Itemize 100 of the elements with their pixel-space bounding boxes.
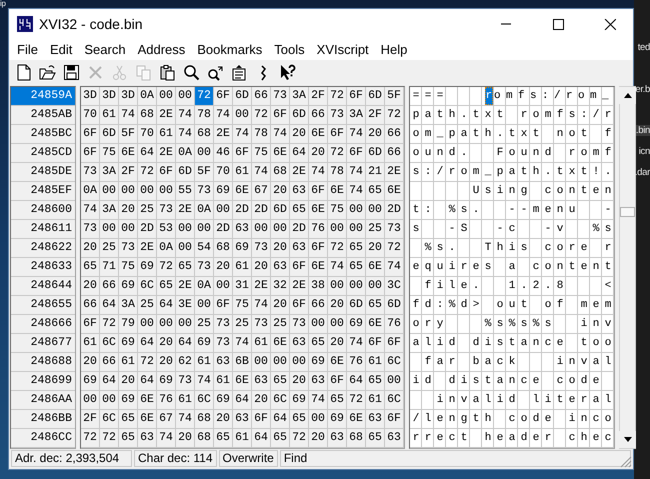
hex-byte-cell[interactable]: 00 bbox=[214, 201, 233, 219]
hex-byte-cell[interactable]: 46 bbox=[214, 144, 233, 162]
hex-byte-cell[interactable]: 00 bbox=[81, 391, 100, 409]
hex-byte-cell[interactable]: 63 bbox=[290, 239, 309, 257]
hex-byte-cell[interactable]: 2E bbox=[176, 201, 195, 219]
menu-item[interactable]: Edit bbox=[44, 42, 78, 57]
hex-byte-cell[interactable]: 63 bbox=[233, 220, 252, 238]
address-cell[interactable]: 2485EF bbox=[11, 182, 75, 200]
hex-byte-cell[interactable]: 5F bbox=[119, 125, 138, 143]
hex-byte-cell[interactable]: 72 bbox=[100, 429, 119, 447]
address-cell[interactable]: 248699 bbox=[11, 372, 75, 390]
address-cell[interactable]: 248688 bbox=[11, 353, 75, 371]
hex-byte-cell[interactable]: 0A bbox=[138, 87, 157, 105]
hex-byte-cell[interactable]: 3D bbox=[100, 87, 119, 105]
resize-grip-icon[interactable] bbox=[620, 456, 632, 468]
hex-byte-cell[interactable]: 72 bbox=[347, 391, 366, 409]
hex-byte-cell[interactable]: 65 bbox=[290, 201, 309, 219]
hex-byte-cell[interactable]: 73 bbox=[252, 315, 271, 333]
hex-byte-cell[interactable]: 68 bbox=[214, 239, 233, 257]
hex-byte-cell[interactable]: 63 bbox=[233, 410, 252, 428]
hex-byte-cell[interactable]: 65 bbox=[366, 372, 385, 390]
hex-byte-cell[interactable]: 75 bbox=[100, 144, 119, 162]
hex-byte-cell[interactable]: 00 bbox=[195, 220, 214, 238]
hex-byte-cell[interactable]: 65 bbox=[271, 372, 290, 390]
hex-byte-cell[interactable]: 20 bbox=[290, 372, 309, 390]
hex-byte-cell[interactable]: 68 bbox=[195, 429, 214, 447]
hex-byte-cell[interactable]: 61 bbox=[214, 372, 233, 390]
hex-byte-cell[interactable]: 00 bbox=[100, 391, 119, 409]
hex-byte-cell[interactable]: 73 bbox=[119, 239, 138, 257]
hex-byte-cell[interactable]: 69 bbox=[119, 334, 138, 352]
hex-byte-cell[interactable]: 6C bbox=[385, 353, 404, 371]
hex-byte-cell[interactable]: 73 bbox=[157, 201, 176, 219]
hex-byte-cell[interactable]: 73 bbox=[290, 315, 309, 333]
hex-byte-cell[interactable]: 69 bbox=[138, 258, 157, 276]
hex-byte-cell[interactable]: 74 bbox=[385, 258, 404, 276]
hex-byte-cell[interactable]: 6C bbox=[100, 410, 119, 428]
hex-byte-cell[interactable]: 6D bbox=[271, 201, 290, 219]
hex-byte-cell[interactable]: 00 bbox=[233, 106, 252, 124]
hex-byte-cell[interactable]: 6F bbox=[81, 125, 100, 143]
menu-item[interactable]: XVIscript bbox=[310, 42, 375, 57]
hex-byte-cell[interactable]: 25 bbox=[271, 315, 290, 333]
maximize-icon[interactable] bbox=[552, 18, 564, 30]
hex-byte-cell[interactable]: 69 bbox=[309, 353, 328, 371]
hex-byte-cell[interactable]: 73 bbox=[176, 372, 195, 390]
hex-byte-cell[interactable]: 3A bbox=[119, 296, 138, 314]
hex-byte-cell[interactable]: 66 bbox=[100, 277, 119, 295]
hex-byte-cell[interactable]: 00 bbox=[195, 144, 214, 162]
hex-byte-cell[interactable]: 6D bbox=[100, 125, 119, 143]
hex-byte-cell[interactable]: 6E bbox=[233, 182, 252, 200]
hex-byte-cell[interactable]: 6C bbox=[138, 277, 157, 295]
scroll-down-arrow-icon[interactable] bbox=[622, 436, 632, 443]
hex-byte-cell[interactable]: 61 bbox=[100, 106, 119, 124]
hex-byte-cell[interactable]: 72 bbox=[328, 87, 347, 105]
hex-byte-cell[interactable]: 6F bbox=[157, 163, 176, 181]
address-cell[interactable]: 248600 bbox=[11, 201, 75, 219]
hex-byte-cell[interactable]: 6E bbox=[366, 258, 385, 276]
hex-byte-cell[interactable]: 72 bbox=[138, 163, 157, 181]
hex-byte-cell[interactable]: 72 bbox=[385, 239, 404, 257]
hex-byte-cell[interactable]: 6F bbox=[290, 296, 309, 314]
hex-byte-cell[interactable]: 63 bbox=[290, 182, 309, 200]
hex-byte-cell[interactable]: 66 bbox=[309, 106, 328, 124]
hex-byte-cell[interactable]: 6D bbox=[290, 106, 309, 124]
hex-byte-cell[interactable]: 65 bbox=[366, 429, 385, 447]
hex-byte-cell[interactable]: 73 bbox=[214, 315, 233, 333]
hex-byte-cell[interactable]: 65 bbox=[309, 334, 328, 352]
hex-byte-cell[interactable]: 2D bbox=[385, 201, 404, 219]
hex-byte-cell[interactable]: 32 bbox=[271, 277, 290, 295]
hex-byte-cell[interactable]: 63 bbox=[271, 258, 290, 276]
hex-byte-cell[interactable]: 00 bbox=[176, 315, 195, 333]
hex-byte-cell[interactable]: 0A bbox=[176, 144, 195, 162]
hex-byte-cell[interactable]: 72 bbox=[81, 429, 100, 447]
hex-byte-cell[interactable]: 00 bbox=[347, 220, 366, 238]
hex-byte-cell[interactable]: 78 bbox=[195, 106, 214, 124]
hex-byte-cell[interactable]: 67 bbox=[157, 410, 176, 428]
hex-byte-cell[interactable]: 6F bbox=[81, 144, 100, 162]
hex-byte-cell[interactable]: 5F bbox=[195, 163, 214, 181]
hex-byte-cell[interactable]: 78 bbox=[328, 163, 347, 181]
hex-byte-cell[interactable]: 63 bbox=[214, 353, 233, 371]
hex-byte-cell[interactable]: 67 bbox=[252, 182, 271, 200]
hex-byte-cell[interactable]: 75 bbox=[119, 258, 138, 276]
hex-byte-cell[interactable]: 00 bbox=[100, 220, 119, 238]
hex-byte-cell[interactable]: 20 bbox=[81, 353, 100, 371]
hex-byte-cell[interactable]: 66 bbox=[385, 144, 404, 162]
hex-byte-cell[interactable]: 20 bbox=[157, 353, 176, 371]
address-cell[interactable]: 248666 bbox=[11, 315, 75, 333]
hex-byte-cell[interactable]: 20 bbox=[366, 125, 385, 143]
new-file-icon[interactable] bbox=[15, 64, 32, 81]
hex-byte-cell[interactable]: 6E bbox=[309, 201, 328, 219]
address-cell[interactable]: 248622 bbox=[11, 239, 75, 257]
hex-byte-cell[interactable]: 62 bbox=[176, 353, 195, 371]
hex-byte-cell[interactable]: 61 bbox=[366, 353, 385, 371]
hex-byte-cell[interactable]: 76 bbox=[347, 353, 366, 371]
hex-byte-cell[interactable]: 61 bbox=[176, 391, 195, 409]
hex-byte-cell[interactable]: 6E bbox=[328, 182, 347, 200]
hex-byte-cell[interactable]: 6E bbox=[271, 144, 290, 162]
hex-byte-cell[interactable]: 00 bbox=[214, 277, 233, 295]
hex-byte-cell[interactable]: 00 bbox=[347, 277, 366, 295]
hex-byte-cell[interactable]: 20 bbox=[252, 391, 271, 409]
hex-byte-cell[interactable]: 63 bbox=[252, 372, 271, 390]
hex-byte-cell[interactable]: 3D bbox=[119, 87, 138, 105]
